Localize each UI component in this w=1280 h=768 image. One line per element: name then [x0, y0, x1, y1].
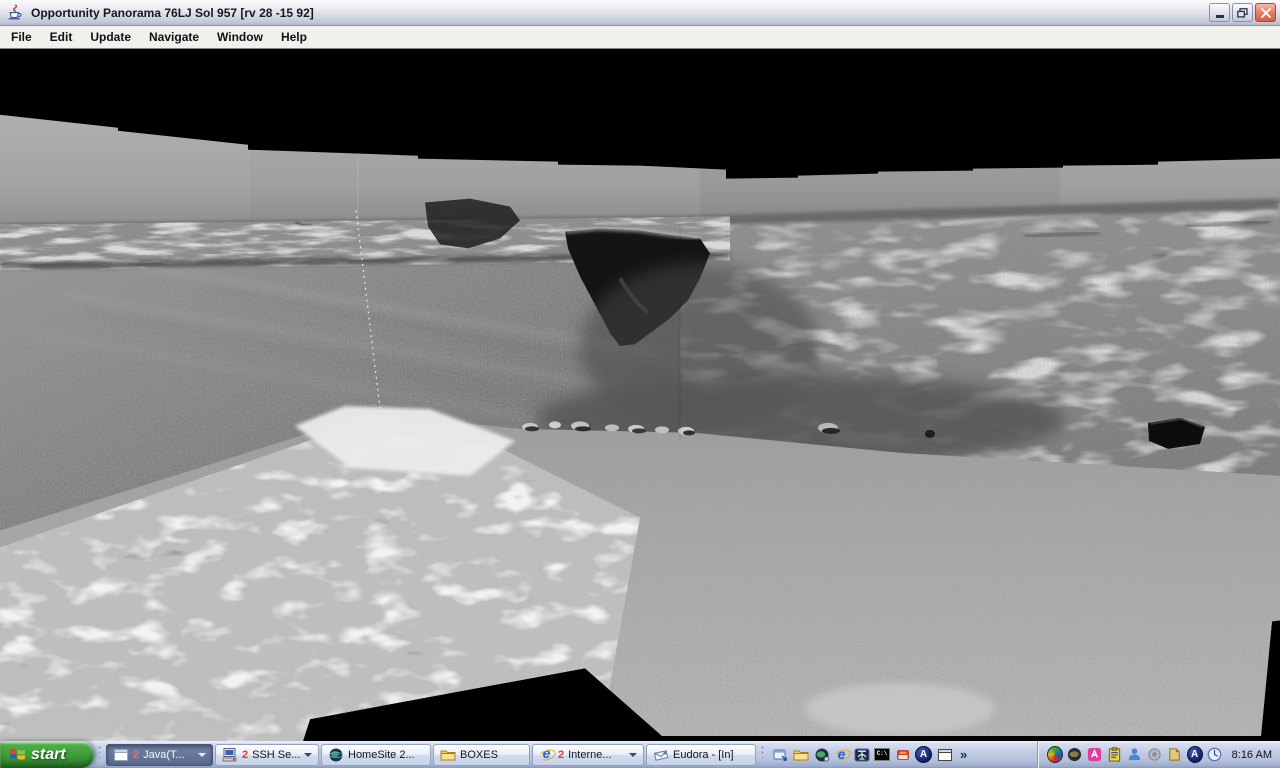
terminal-computer-icon: [222, 747, 238, 763]
pink-app-tray-icon[interactable]: [1087, 747, 1103, 763]
system-tray: A 8:16 AM: [1037, 741, 1280, 768]
etv-app-icon[interactable]: [853, 746, 870, 763]
minimize-button[interactable]: [1209, 3, 1230, 22]
group-count-badge: 2: [558, 749, 564, 761]
taskbar-button-label: Interne...: [568, 749, 625, 761]
toolbar-overflow-chevron[interactable]: »: [957, 748, 970, 761]
media-device-icon[interactable]: [894, 746, 911, 763]
app-window-icon: [113, 747, 129, 763]
start-label: start: [31, 746, 66, 764]
folder-icon[interactable]: [792, 746, 809, 763]
menu-window[interactable]: Window: [208, 28, 272, 47]
group-count-badge: 2: [242, 749, 248, 761]
taskbar-button-label: BOXES: [460, 749, 523, 761]
toolbar-grip[interactable]: [97, 745, 102, 765]
taskbar-button-boxes[interactable]: BOXES: [433, 744, 530, 766]
app-window-icon[interactable]: [936, 746, 953, 763]
minimize-icon: [1216, 15, 1224, 18]
taskbar-button-label: Java(T...: [143, 749, 194, 761]
person-tray-icon[interactable]: [1127, 747, 1143, 763]
taskbar-button-eudora[interactable]: Eudora - [In]: [646, 744, 756, 766]
quick-launch-toolbar: e C:\ A »: [768, 746, 973, 763]
a-badge-app-icon[interactable]: A: [915, 746, 932, 763]
globe-icon[interactable]: [813, 746, 830, 763]
toolbar-grip[interactable]: [760, 745, 765, 765]
document-tray-icon[interactable]: [1167, 747, 1183, 763]
globe-tray-icon[interactable]: [1067, 747, 1083, 763]
java-coffee-icon: [7, 4, 24, 21]
taskbar-button-internet[interactable]: e 2 Interne...: [532, 744, 644, 766]
menu-edit[interactable]: Edit: [41, 28, 82, 47]
window-title: Opportunity Panorama 76LJ Sol 957 [rv 28…: [31, 6, 1207, 20]
internet-explorer-icon: e: [539, 747, 554, 762]
restore-button[interactable]: [1232, 3, 1253, 22]
windows-flag-icon: [9, 746, 26, 763]
menu-navigate[interactable]: Navigate: [140, 28, 208, 47]
taskbar-button-label: SSH Se...: [252, 749, 300, 761]
clock-tray-icon[interactable]: [1207, 747, 1223, 763]
close-icon: [1261, 8, 1271, 18]
show-desktop-icon[interactable]: [771, 746, 788, 763]
taskbar-button-label: HomeSite 2...: [348, 749, 424, 761]
taskbar-clock[interactable]: 8:16 AM: [1232, 749, 1272, 761]
chevron-down-icon: [198, 753, 206, 757]
color-swirl-tray-icon[interactable]: [1047, 746, 1063, 763]
title-bar[interactable]: Opportunity Panorama 76LJ Sol 957 [rv 28…: [0, 0, 1280, 26]
clipboard-tray-icon[interactable]: [1107, 747, 1123, 763]
menu-file[interactable]: File: [2, 28, 41, 47]
internet-explorer-icon[interactable]: e: [834, 747, 849, 762]
chevron-down-icon: [629, 753, 637, 757]
taskbar-button-java[interactable]: 2 Java(T...: [106, 744, 213, 766]
folder-icon: [440, 747, 456, 763]
desktop: Opportunity Panorama 76LJ Sol 957 [rv 28…: [0, 0, 1280, 768]
globe-icon: [328, 747, 344, 763]
close-button[interactable]: [1255, 3, 1276, 22]
taskbar-button-homesite[interactable]: HomeSite 2...: [321, 744, 431, 766]
group-count-badge: 2: [133, 749, 139, 761]
start-button[interactable]: start: [0, 741, 94, 768]
speaker-tray-icon[interactable]: [1147, 747, 1163, 763]
mail-envelope-icon: [653, 747, 669, 763]
taskbar-button-ssh[interactable]: 2 SSH Se...: [215, 744, 319, 766]
restore-icon: [1237, 8, 1248, 18]
menu-bar: File Edit Update Navigate Window Help: [0, 26, 1280, 49]
panorama-viewport[interactable]: [0, 49, 1280, 741]
mars-panorama-image: [0, 49, 1280, 741]
taskbar-button-label: Eudora - [In]: [673, 749, 749, 761]
menu-update[interactable]: Update: [81, 28, 140, 47]
taskbar: start 2 Java(T... 2 SSH Se... HomeSite 2…: [0, 741, 1280, 768]
command-prompt-icon[interactable]: C:\: [874, 748, 890, 761]
a-badge-tray-icon[interactable]: A: [1187, 746, 1203, 763]
chevron-down-icon: [304, 753, 312, 757]
menu-help[interactable]: Help: [272, 28, 316, 47]
app-window: Opportunity Panorama 76LJ Sol 957 [rv 28…: [0, 0, 1280, 741]
